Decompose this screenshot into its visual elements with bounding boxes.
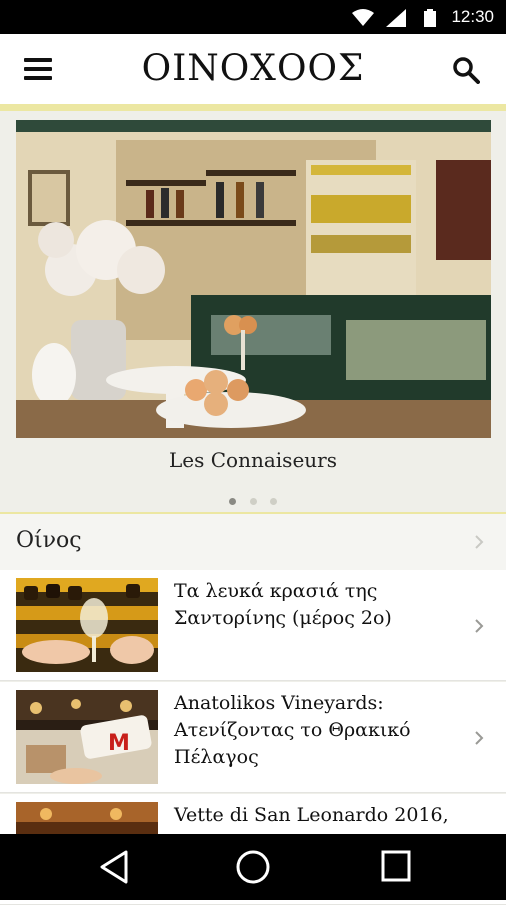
featured-caption[interactable]: Les Connaiseurs — [0, 448, 506, 472]
app-bar: ΟΙΝΟΧΟΟΣ — [0, 34, 506, 104]
chevron-right-icon — [475, 619, 484, 633]
app-title: ΟΙΝΟΧΟΟΣ — [141, 48, 365, 89]
section-title: Οίνος — [16, 528, 82, 553]
carousel-dot[interactable] — [229, 498, 237, 505]
article-thumbnail: M — [16, 690, 158, 784]
article-item[interactable]: M Anatolikos Vineyards: Ατενίζοντας το Θ… — [0, 682, 506, 793]
navigation-bar — [0, 834, 506, 900]
chevron-right-icon — [475, 731, 484, 745]
battery-icon — [424, 9, 436, 27]
carousel-dot[interactable] — [269, 498, 277, 505]
article-thumbnail — [16, 578, 158, 672]
article-item[interactable]: Τα λευκά κρασιά της Σαντορίνης (μέρος 2ο… — [0, 570, 506, 681]
section-header-wine[interactable]: Οίνος — [0, 514, 506, 570]
article-title: Τα λευκά κρασιά της Σαντορίνης (μέρος 2ο… — [174, 580, 392, 629]
status-time: 12:30 — [451, 7, 494, 26]
carousel-dots — [0, 490, 506, 509]
home-icon[interactable] — [236, 850, 270, 884]
article-title: Anatolikos Vineyards: Ατενίζοντας το Θρα… — [174, 692, 411, 768]
accent-divider — [0, 104, 506, 111]
wifi-icon — [352, 9, 374, 26]
svg-text:M: M — [108, 731, 130, 756]
search-icon[interactable] — [452, 56, 480, 84]
recents-icon[interactable] — [381, 850, 411, 882]
featured-image[interactable] — [16, 120, 491, 438]
back-icon[interactable] — [98, 850, 130, 884]
carousel-dot[interactable] — [249, 498, 257, 505]
article-title: Vette di San Leonardo 2016, — [174, 804, 449, 826]
status-bar: 12:30 — [0, 0, 506, 34]
signal-icon — [386, 9, 406, 27]
chevron-right-icon — [475, 535, 484, 549]
